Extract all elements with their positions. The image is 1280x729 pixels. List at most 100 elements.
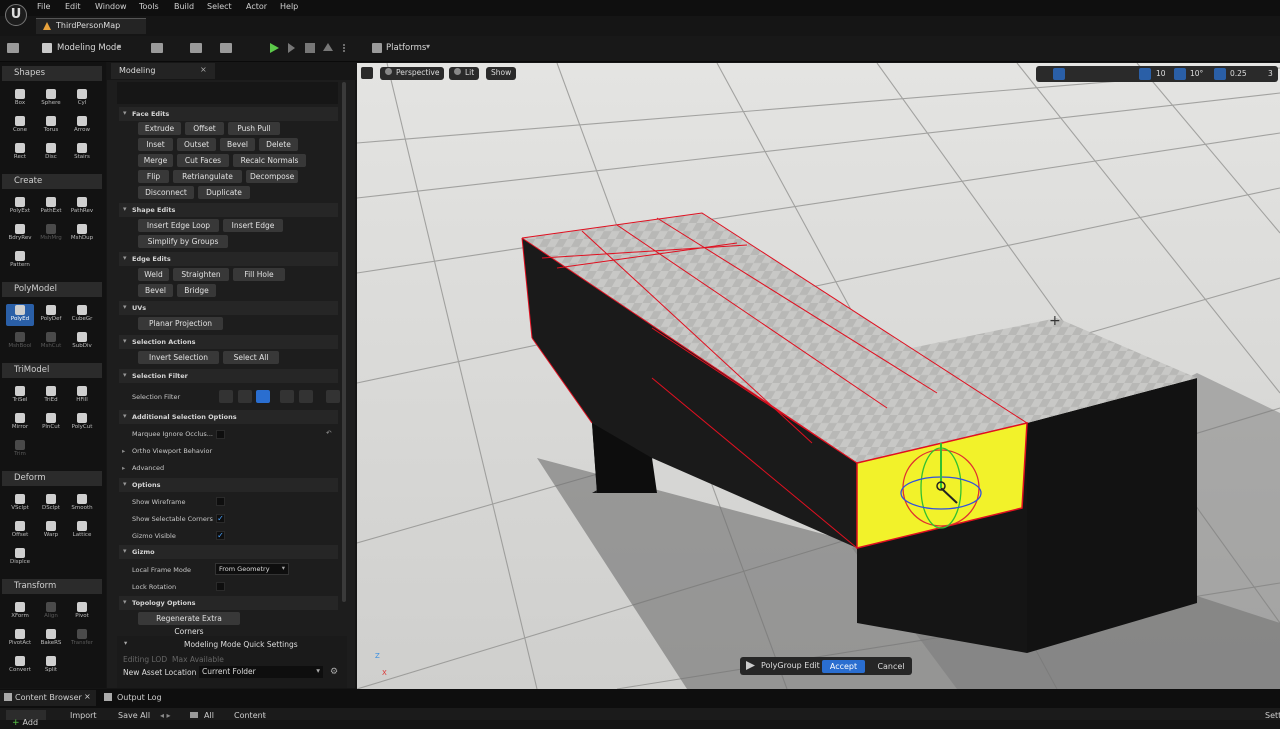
insert-edge-loop-button[interactable]: Insert Edge Loop: [138, 219, 219, 232]
edge-edits-section[interactable]: Edge Edits: [119, 252, 338, 266]
category-deform[interactable]: Deform: [2, 471, 102, 486]
tool-smooth[interactable]: Smooth: [68, 493, 96, 515]
tool-cubegr[interactable]: CubeGr: [68, 304, 96, 326]
surface-snap-icon[interactable]: [1103, 68, 1115, 80]
tool-hfill[interactable]: HFill: [68, 385, 96, 407]
menu-edit[interactable]: Edit: [65, 2, 81, 11]
tool-bakers[interactable]: BakeRS: [37, 628, 65, 650]
tool-box[interactable]: Box: [6, 88, 34, 110]
cut-faces-button[interactable]: Cut Faces: [177, 154, 229, 167]
select-icon[interactable]: [1038, 68, 1050, 80]
tool-polyext[interactable]: PolyExt: [6, 196, 34, 218]
gizmo-section[interactable]: Gizmo: [119, 545, 338, 559]
settings-button[interactable]: Sett: [1254, 711, 1280, 720]
category-polymodel[interactable]: PolyModel: [2, 282, 102, 297]
gear-icon[interactable]: ⚙: [330, 667, 338, 677]
tool-dsclpt[interactable]: DSclpt: [37, 493, 65, 515]
viewport[interactable]: + Z X: [357, 63, 1280, 689]
play-controls[interactable]: [268, 42, 348, 54]
lock-rotation-checkbox[interactable]: [216, 582, 225, 591]
tool-sphere[interactable]: Sphere: [37, 88, 65, 110]
category-trimodel[interactable]: TriModel: [2, 363, 102, 378]
tool-arrow[interactable]: Arrow: [68, 115, 96, 137]
extrude-button[interactable]: Extrude: [138, 122, 181, 135]
scale-snap-icon[interactable]: [1214, 68, 1226, 80]
marquee-checkbox[interactable]: [216, 430, 225, 439]
face-filter-icon[interactable]: [256, 390, 270, 403]
tool-transfer[interactable]: Transfer: [68, 628, 96, 650]
tool-stairs[interactable]: Stairs: [68, 142, 96, 164]
save-all-button[interactable]: Save All: [108, 711, 150, 720]
tool-polycut[interactable]: PolyCut: [68, 412, 96, 434]
menu-file[interactable]: File: [37, 2, 50, 11]
output-log-tab[interactable]: Output Log: [117, 693, 162, 702]
outset-button[interactable]: Outset: [177, 138, 216, 151]
tool-mirror[interactable]: Mirror: [6, 412, 34, 434]
tool-mshcut[interactable]: MshCut: [37, 331, 65, 353]
tool-pathext[interactable]: PathExt: [37, 196, 65, 218]
disconnect-button[interactable]: Disconnect: [138, 186, 194, 199]
tool-mshdup[interactable]: MshDup: [68, 223, 96, 245]
breadcrumb-content[interactable]: Content: [234, 711, 266, 720]
tool-convert[interactable]: Convert: [6, 655, 34, 677]
flip-button[interactable]: Flip: [138, 170, 169, 183]
push-pull-button[interactable]: Push Pull: [228, 122, 280, 135]
cinematics-icon[interactable]: [220, 43, 232, 53]
tool-pivot[interactable]: Pivot: [68, 601, 96, 623]
show-button[interactable]: Show: [486, 67, 517, 80]
wireframe-checkbox[interactable]: [216, 497, 225, 506]
menu-build[interactable]: Build: [174, 2, 194, 11]
vertex-filter-icon[interactable]: [219, 390, 233, 403]
uvs-section[interactable]: UVs: [119, 301, 338, 315]
save-icon[interactable]: [7, 43, 19, 53]
tool-mshmrg[interactable]: MshMrg: [37, 223, 65, 245]
selection-filter-section[interactable]: Selection Filter: [119, 369, 338, 383]
bridge-button[interactable]: Bridge: [177, 284, 216, 297]
category-transform[interactable]: Transform: [2, 579, 102, 594]
tool-displce[interactable]: Displce: [6, 547, 34, 569]
invert-selection-button[interactable]: Invert Selection: [138, 351, 219, 364]
tool-polyed[interactable]: PolyEd: [6, 304, 34, 326]
tool-disc[interactable]: Disc: [37, 142, 65, 164]
grid-snap-icon[interactable]: [1139, 68, 1151, 80]
nav-arrows[interactable]: ◂ ▸: [160, 711, 171, 720]
retriangulate-button[interactable]: Retriangulate: [173, 170, 242, 183]
tool-subdiv[interactable]: SubDiv: [68, 331, 96, 353]
rotation-snap-value[interactable]: 10°: [1190, 69, 1203, 78]
breadcrumb-all[interactable]: All: [204, 711, 214, 720]
tool-polydef[interactable]: PolyDef: [37, 304, 65, 326]
camera-speed-value[interactable]: 3: [1268, 69, 1273, 78]
add-actor-icon[interactable]: [151, 43, 163, 53]
hamburger-menu-icon[interactable]: [361, 67, 373, 79]
group-filter-icon[interactable]: [299, 390, 313, 403]
grid-snap-value[interactable]: 10: [1156, 69, 1166, 78]
planar-projection-button[interactable]: Planar Projection: [138, 317, 223, 330]
gizmo-visible-checkbox[interactable]: ✓: [216, 531, 225, 540]
mode-dropdown[interactable]: Modeling Mode: [57, 43, 122, 53]
delete-button[interactable]: Delete: [259, 138, 298, 151]
options-section[interactable]: Options: [119, 478, 338, 492]
tool-lattice[interactable]: Lattice: [68, 520, 96, 542]
scale-icon[interactable]: [1083, 68, 1095, 80]
lit-button[interactable]: Lit: [449, 67, 480, 80]
additional-selection-section[interactable]: Additional Selection Options: [119, 410, 338, 424]
decompose-button[interactable]: Decompose: [246, 170, 298, 183]
unreal-logo-icon[interactable]: U: [5, 4, 27, 26]
modeling-tab[interactable]: Modeling ×: [111, 63, 215, 79]
blueprint-icon[interactable]: [190, 43, 202, 53]
tool-vsclpt[interactable]: VSclpt: [6, 493, 34, 515]
tool-warp[interactable]: Warp: [37, 520, 65, 542]
menu-select[interactable]: Select: [207, 2, 232, 11]
category-shapes[interactable]: Shapes: [2, 66, 102, 81]
close-icon[interactable]: ×: [84, 692, 91, 701]
bevel-button[interactable]: Bevel: [220, 138, 255, 151]
camera-speed-icon[interactable]: [1252, 68, 1264, 80]
tool-cyl[interactable]: Cyl: [68, 88, 96, 110]
category-create[interactable]: Create: [2, 174, 102, 189]
tool-plncut[interactable]: PlnCut: [37, 412, 65, 434]
tool-offset[interactable]: Offset: [6, 520, 34, 542]
tool-pivotact[interactable]: PivotAct: [6, 628, 34, 650]
platforms-dropdown[interactable]: Platforms: [386, 43, 426, 53]
weld-button[interactable]: Weld: [138, 268, 169, 281]
corners-checkbox[interactable]: ✓: [216, 514, 225, 523]
